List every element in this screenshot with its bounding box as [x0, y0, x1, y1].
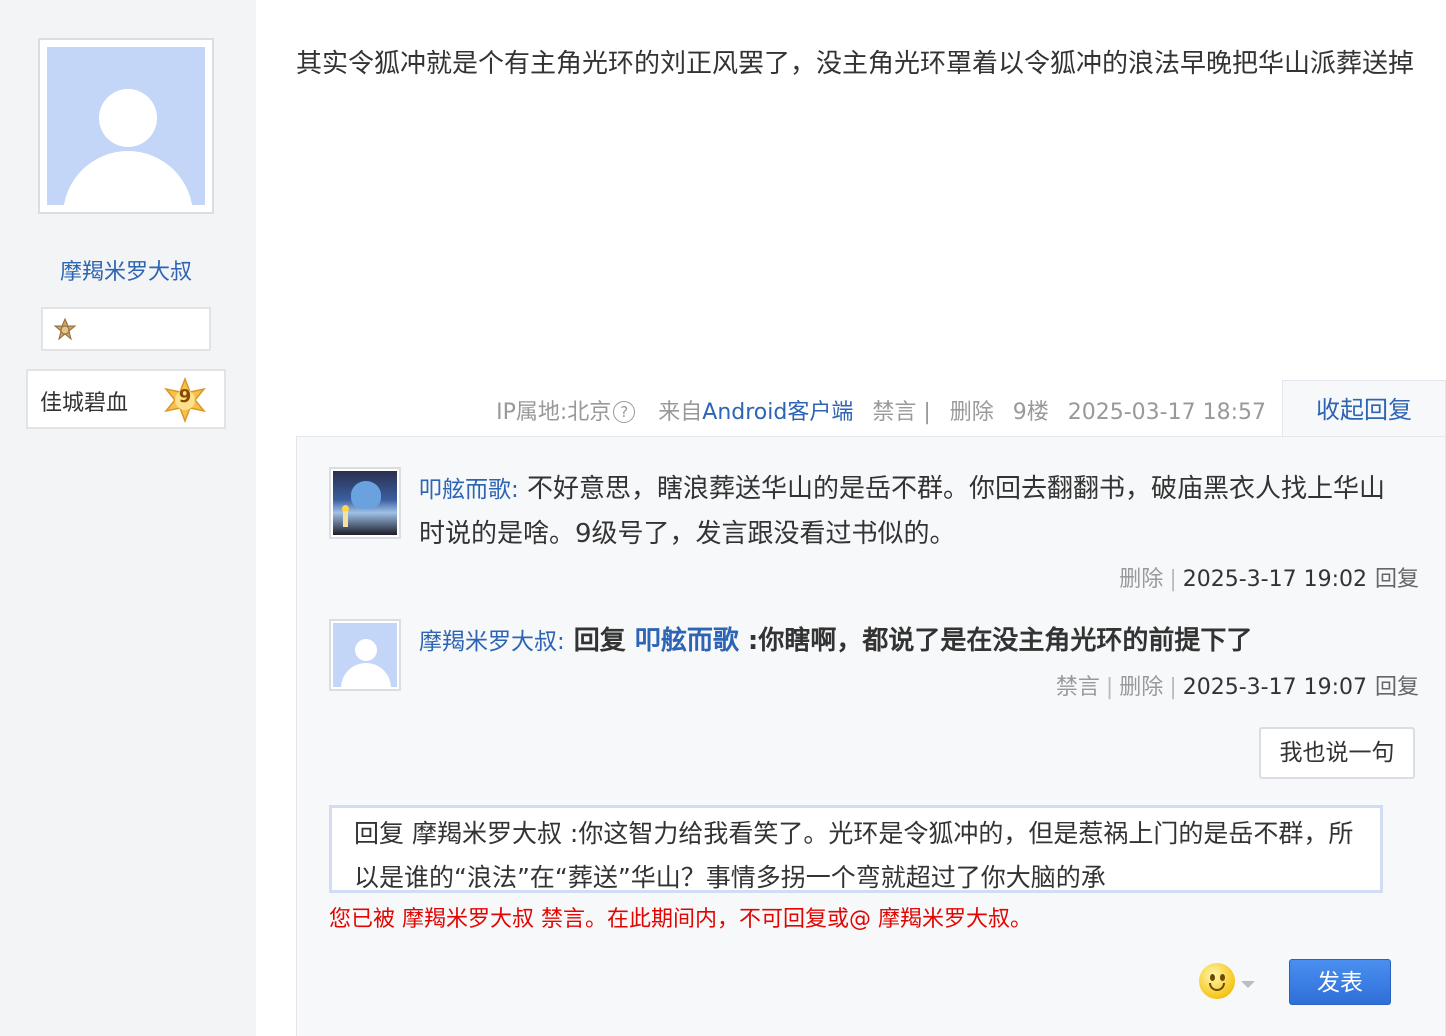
- floor-number: 9楼: [1012, 400, 1049, 425]
- post-tail: IP属地:北京? 来自Android客户端 禁言 | 删除 9楼 2025-03…: [496, 394, 1266, 426]
- reply-delete-action[interactable]: 删除: [1119, 567, 1163, 592]
- reply-content: 叩舷而歌: 不好意思，瞎浪葬送华山的是岳不群。你回去翻翻书，破庙黑衣人找上华山时…: [419, 474, 1386, 549]
- submit-button[interactable]: 发表: [1289, 959, 1391, 1005]
- delete-action[interactable]: 删除: [950, 400, 994, 425]
- chevron-down-icon[interactable]: [1241, 981, 1255, 988]
- forum-title: 佳城碧血: [40, 391, 129, 416]
- reply-meta: 删除 | 2025-3-17 19:02 回复: [1119, 567, 1419, 592]
- help-icon[interactable]: ?: [613, 401, 636, 423]
- reply-delete-action[interactable]: 删除: [1119, 675, 1163, 700]
- medal-icon[interactable]: [53, 318, 77, 342]
- reply-avatar[interactable]: [329, 467, 401, 539]
- reply-time: 2025-3-17 19:02: [1182, 567, 1367, 592]
- reply-to-button[interactable]: 回复: [1375, 567, 1419, 592]
- ip-location: IP属地:北京?: [496, 400, 639, 425]
- reply-item: 叩舷而歌: 不好意思，瞎浪葬送华山的是岳不群。你回去翻翻书，破庙黑衣人找上华山时…: [329, 467, 1419, 597]
- author-avatar[interactable]: [38, 38, 214, 214]
- post-time: 2025-03-17 18:57: [1067, 400, 1266, 425]
- client-link[interactable]: Android客户端: [702, 400, 853, 425]
- author-name-link[interactable]: 摩羯米罗大叔: [0, 254, 252, 286]
- reply-avatar[interactable]: [329, 619, 401, 691]
- ban-action[interactable]: 禁言 |: [872, 400, 930, 425]
- reply-input[interactable]: 回复 摩羯米罗大叔 :你这智力给我看笑了。光环是令狐冲的，但是惹祸上门的是岳不群…: [329, 805, 1383, 893]
- reply-to-button[interactable]: 回复: [1375, 675, 1419, 700]
- reply-meta: 禁言 | 删除 | 2025-3-17 19:07 回复: [1055, 675, 1419, 700]
- reply-time: 2025-3-17 19:07: [1182, 675, 1367, 700]
- reply-ban-action[interactable]: 禁言: [1056, 675, 1100, 700]
- reply-zone: 叩舷而歌: 不好意思，瞎浪葬送华山的是岳不群。你回去翻翻书，破庙黑衣人找上华山时…: [296, 436, 1446, 1036]
- collapse-replies-tab[interactable]: 收起回复: [1282, 380, 1446, 437]
- author-badges: [41, 307, 211, 351]
- reply-content: 摩羯米罗大叔: 回复 叩舷而歌 :你瞎啊，都说了是在没主角光环的前提下了: [419, 626, 1253, 656]
- author-sidebar: 摩羯米罗大叔 佳城碧血 9: [0, 0, 256, 1036]
- smiley-face-icon[interactable]: [1199, 963, 1235, 999]
- say-something-button[interactable]: 我也说一句: [1259, 727, 1415, 779]
- reply-username[interactable]: 叩舷而歌: [419, 477, 511, 503]
- reply-item: 摩羯米罗大叔: 回复 叩舷而歌 :你瞎啊，都说了是在没主角光环的前提下了 禁言 |…: [329, 619, 1419, 719]
- post-content: 其实令狐冲就是个有主角光环的刘正风罢了，没主角光环罩着以令狐冲的浪法早晚把华山派…: [296, 49, 1415, 79]
- post-source: 来自Android客户端: [658, 400, 854, 425]
- reply-mention[interactable]: 叩舷而歌: [635, 626, 739, 656]
- forum-level-badge[interactable]: 佳城碧血 9: [26, 369, 226, 429]
- default-avatar-icon: [333, 623, 397, 687]
- level-number: 9: [178, 386, 192, 407]
- ban-notice: 您已被 摩羯米罗大叔 禁言。在此期间内，不可回复或@ 摩羯米罗大叔。: [329, 907, 1032, 932]
- anime-avatar-icon: [333, 471, 397, 535]
- default-avatar-icon: [47, 47, 205, 205]
- reply-username[interactable]: 摩羯米罗大叔: [419, 629, 557, 655]
